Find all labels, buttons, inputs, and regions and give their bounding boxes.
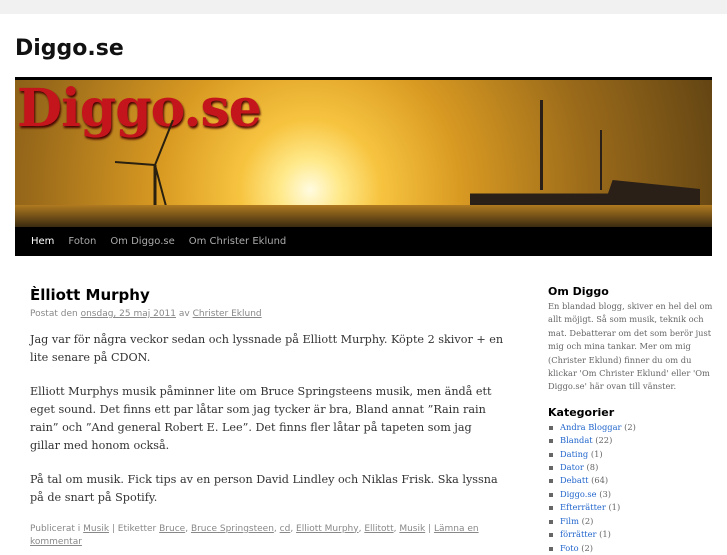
category-item: Debatt (64): [548, 474, 713, 487]
mast: [540, 100, 543, 190]
tag-link[interactable]: Ellitott: [364, 524, 393, 534]
tags-label: | Etiketter: [111, 523, 157, 534]
nav-om-diggo[interactable]: Om Diggo.se: [110, 236, 174, 247]
category-link[interactable]: Blandat: [560, 435, 593, 445]
category-item: Diggo.se (3): [548, 488, 713, 501]
category-link[interactable]: förrätter: [560, 529, 597, 539]
category-count: (1): [608, 502, 621, 513]
category-link[interactable]: Debatt: [560, 475, 589, 485]
post-content: Jag var för några veckor sedan och lyssn…: [30, 331, 505, 507]
about-heading: Om Diggo: [548, 285, 609, 298]
mast: [600, 130, 602, 190]
category-count: (3): [599, 488, 611, 499]
published-label: Publicerat i: [30, 523, 81, 534]
category-item: Blandat (22): [548, 434, 713, 447]
post-title[interactable]: Èlliott Murphy: [30, 286, 505, 304]
categories-heading: Kategorier: [548, 405, 615, 419]
category-link[interactable]: Foto: [560, 543, 579, 553]
category-link[interactable]: Andra Bloggar: [560, 422, 621, 432]
category-link[interactable]: Film: [560, 516, 579, 526]
category-count: (2): [581, 515, 594, 526]
post: Èlliott Murphy Postat den onsdag, 25 maj…: [30, 286, 505, 549]
category-count: (22): [595, 435, 613, 446]
post-meta: Postat den onsdag, 25 maj 2011 av Christ…: [30, 309, 505, 319]
category-count: (1): [599, 529, 611, 540]
meta-by: av: [178, 309, 190, 319]
nav-hem[interactable]: Hem: [31, 236, 54, 247]
category-count: (2): [624, 421, 636, 432]
category-link[interactable]: Musik: [83, 524, 109, 534]
tag-link[interactable]: Musik: [399, 524, 425, 534]
category-link[interactable]: Diggo.se: [560, 489, 597, 499]
horizon: [15, 205, 712, 227]
author-link[interactable]: Christer Eklund: [193, 309, 262, 319]
category-item: Andra Bloggar (2): [548, 421, 713, 434]
tag-link[interactable]: Elliott Murphy: [296, 524, 359, 534]
category-count: (2): [581, 542, 594, 553]
nav-foton[interactable]: Foton: [68, 236, 96, 247]
post-date-link[interactable]: onsdag, 25 maj 2011: [81, 309, 176, 319]
category-list: Andra Bloggar (2) Blandat (22) Dating (1…: [548, 421, 713, 555]
category-count: (64): [591, 475, 609, 486]
category-link[interactable]: Dator: [560, 462, 584, 472]
category-item: Film (2): [548, 515, 713, 528]
paragraph: Jag var för några veckor sedan och lyssn…: [30, 333, 504, 364]
category-item: Foto (2): [548, 542, 713, 555]
sidebar: Om Diggo En blandad blogg, skiver en hel…: [548, 285, 713, 555]
category-count: (1): [590, 448, 603, 459]
tag-link[interactable]: Bruce: [159, 524, 185, 534]
paragraph: Elliott Murphys musik påminner lite om B…: [30, 385, 492, 452]
top-bar: [0, 0, 727, 14]
tag-link[interactable]: Bruce Springsteen: [191, 524, 274, 534]
header-banner[interactable]: Diggo.se: [15, 77, 712, 227]
category-item: förrätter (1): [548, 528, 713, 541]
meta-prefix: Postat den: [30, 309, 78, 319]
category-item: Dating (1): [548, 448, 713, 461]
paragraph: På tal om musik. Fick tips av en person …: [30, 473, 498, 504]
tag-link[interactable]: cd: [280, 524, 291, 534]
category-link[interactable]: Efterrätter: [560, 502, 606, 512]
about-text: En blandad blogg, skiver en hel del om a…: [548, 301, 713, 392]
nav-om-christer[interactable]: Om Christer Eklund: [189, 236, 287, 247]
category-item: Dator (8): [548, 461, 713, 474]
category-link[interactable]: Dating: [560, 449, 588, 459]
main-nav: Hem Foton Om Diggo.se Om Christer Eklund: [15, 227, 712, 256]
category-count: (8): [586, 462, 599, 473]
category-item: Efterrätter (1): [548, 501, 713, 514]
site-title[interactable]: Diggo.se: [15, 36, 124, 61]
